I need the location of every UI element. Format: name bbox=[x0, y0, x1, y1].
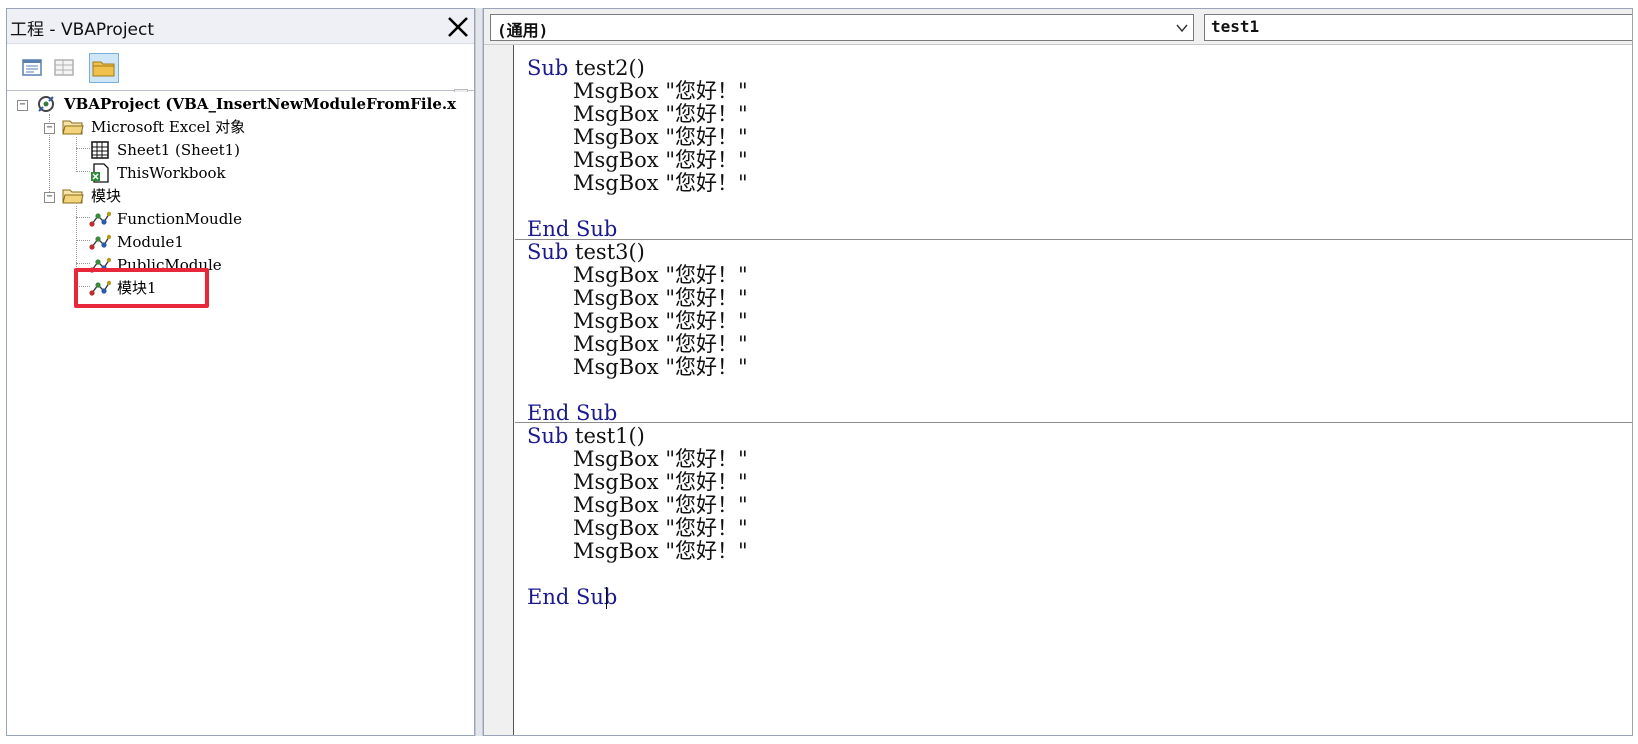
object-dropdown[interactable]: (通用) bbox=[490, 14, 1194, 41]
code-line-end-sub: End Sub bbox=[527, 585, 618, 609]
code-window-header: (通用) test1 bbox=[484, 9, 1632, 45]
code-line: MsgBox "您好！" bbox=[573, 539, 748, 563]
project-explorer-titlebar: 工程 - VBAProject bbox=[7, 9, 474, 44]
code-line: MsgBox "您好！" bbox=[573, 309, 748, 333]
keyword: Sub bbox=[527, 56, 569, 80]
code-line: MsgBox "您好！" bbox=[573, 332, 748, 356]
vba-project-icon bbox=[38, 96, 54, 112]
procedure-name: test1() bbox=[575, 424, 645, 448]
code-line: Sub test1() bbox=[527, 425, 645, 448]
close-icon bbox=[448, 17, 468, 37]
toggle-folders-button[interactable] bbox=[89, 53, 119, 83]
module-icon bbox=[89, 211, 111, 227]
project-explorer-toolbar bbox=[7, 45, 474, 123]
view-code-icon bbox=[22, 59, 42, 76]
view-object-button[interactable] bbox=[49, 53, 79, 83]
procedure-separator bbox=[515, 239, 1632, 240]
procedure-separator bbox=[515, 422, 1632, 423]
keyword: Sub bbox=[527, 424, 569, 448]
code-line: MsgBox "您好！" bbox=[573, 263, 748, 287]
tree-item-label: ThisWorkbook bbox=[117, 164, 226, 182]
tree-connector bbox=[76, 217, 90, 218]
procedure-name: test3() bbox=[575, 240, 645, 264]
code-margin-indicator-bar[interactable] bbox=[484, 45, 514, 735]
procedure-dropdown-value: test1 bbox=[1211, 17, 1260, 36]
project-explorer-title: 工程 - VBAProject bbox=[10, 20, 155, 40]
pane-splitter[interactable] bbox=[475, 8, 483, 736]
code-editor[interactable]: Sub test2() MsgBox "您好！" MsgBox "您好！" Ms… bbox=[515, 45, 1632, 735]
root-expander[interactable]: − bbox=[17, 100, 28, 111]
tree-item-label: Sheet1 (Sheet1) bbox=[117, 141, 240, 159]
close-button[interactable] bbox=[444, 14, 472, 42]
code-line-end-sub: End Sub bbox=[527, 217, 618, 241]
tree-item-label: 模块 bbox=[91, 187, 122, 205]
view-code-button[interactable] bbox=[17, 53, 47, 83]
code-line: MsgBox "您好！" bbox=[573, 102, 748, 126]
folder-icon bbox=[62, 189, 84, 204]
folder-icon bbox=[92, 61, 115, 77]
code-line: MsgBox "您好！" bbox=[573, 125, 748, 149]
module-icon bbox=[89, 234, 111, 250]
chevron-down-icon bbox=[1176, 24, 1188, 33]
project-tree: − VBAProject (VBA_InsertNewModuleFromFil… bbox=[7, 92, 474, 735]
view-object-icon bbox=[54, 59, 74, 76]
procedure-dropdown[interactable]: test1 bbox=[1204, 14, 1632, 41]
code-line: MsgBox "您好！" bbox=[573, 171, 748, 195]
code-line: Sub test3() bbox=[527, 241, 645, 264]
tree-connector bbox=[76, 137, 77, 172]
tree-connector bbox=[76, 148, 90, 149]
workbook-icon bbox=[91, 163, 109, 183]
code-window: (通用) test1 Sub test2() MsgBox "您好！" MsgB… bbox=[483, 8, 1633, 736]
modules-expander[interactable]: − bbox=[44, 192, 55, 203]
keyword: Sub bbox=[527, 240, 569, 264]
tree-item-label: VBAProject (VBA_InsertNewModuleFromFile.… bbox=[64, 95, 457, 113]
tree-connector bbox=[76, 240, 90, 241]
tree-connector bbox=[76, 171, 90, 172]
code-line: MsgBox "您好！" bbox=[573, 516, 748, 540]
tree-item-label: FunctionMoudle bbox=[117, 210, 242, 228]
text-caret bbox=[606, 587, 607, 609]
worksheet-icon bbox=[91, 141, 109, 159]
tree-connector bbox=[76, 263, 90, 264]
excel-objects-expander[interactable]: − bbox=[44, 123, 55, 134]
code-line: MsgBox "您好！" bbox=[573, 447, 748, 471]
tree-item-label: Module1 bbox=[117, 233, 184, 251]
code-line: MsgBox "您好！" bbox=[573, 148, 748, 172]
tree-item-label: Microsoft Excel 对象 bbox=[91, 118, 246, 136]
code-line: MsgBox "您好！" bbox=[573, 355, 748, 379]
project-explorer-pane: 工程 - VBAProject − VBAProject (VBA_Insert… bbox=[6, 8, 475, 736]
highlight-box bbox=[74, 268, 209, 308]
object-dropdown-value: (通用) bbox=[497, 21, 549, 40]
procedure-name: test2() bbox=[575, 56, 645, 80]
code-line: Sub test2() bbox=[527, 57, 645, 80]
code-line: MsgBox "您好！" bbox=[573, 470, 748, 494]
code-line: MsgBox "您好！" bbox=[573, 493, 748, 517]
code-line: MsgBox "您好！" bbox=[573, 79, 748, 103]
code-line: MsgBox "您好！" bbox=[573, 286, 748, 310]
folder-icon bbox=[62, 120, 84, 135]
